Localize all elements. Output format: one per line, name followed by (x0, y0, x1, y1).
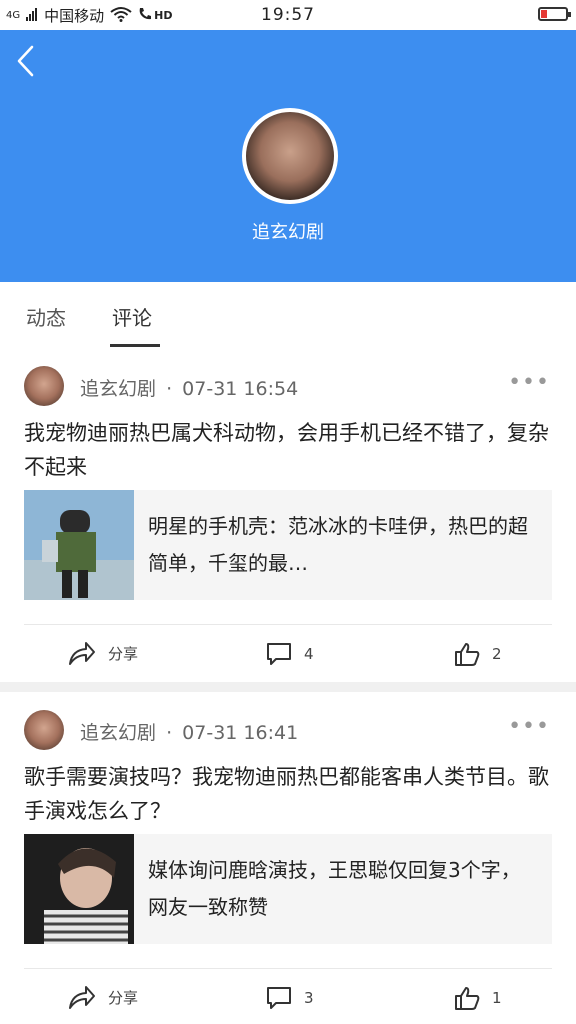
post-text: 歌手需要演技吗？我宠物迪丽热巴都能客串人类节目。歌手演戏怎么了？ (24, 765, 549, 823)
more-icon[interactable]: ••• (508, 370, 550, 395)
article-title: 明星的手机壳：范冰冰的卡哇伊，热巴的超简单，千玺的最… (148, 514, 528, 575)
tab-comments[interactable]: 评论 (112, 302, 152, 331)
post-author[interactable]: 追玄幻剧 (80, 722, 156, 744)
article-card[interactable]: 媒体询问鹿晗演技，王思聪仅回复3个字，网友一致称赞 (24, 834, 552, 944)
comment-icon (267, 643, 291, 665)
like-button[interactable]: 1 (454, 986, 502, 1010)
post-author[interactable]: 追玄幻剧 (80, 378, 156, 400)
meta-separator: · (166, 378, 173, 400)
comment-button[interactable]: 4 (266, 642, 314, 666)
avatar[interactable] (24, 710, 64, 750)
share-icon (69, 986, 95, 1009)
post-meta: 追玄幻剧 · 07-31 16:54 (80, 374, 298, 401)
profile-header: 追玄幻剧 (0, 30, 576, 282)
post-time: 07-31 16:54 (182, 378, 299, 400)
meta-separator: · (166, 722, 173, 744)
profile-avatar[interactable] (242, 108, 338, 204)
tab-dynamics[interactable]: 动态 (26, 302, 66, 331)
like-count: 1 (492, 989, 502, 1007)
article-thumbnail (24, 490, 134, 600)
share-label: 分享 (108, 644, 139, 663)
post-time: 07-31 16:41 (182, 722, 299, 744)
article-title: 媒体询问鹿晗演技，王思聪仅回复3个字，网友一致称赞 (148, 858, 521, 919)
back-button[interactable] (14, 44, 38, 78)
comment-button[interactable]: 3 (266, 986, 314, 1010)
comment-icon (267, 987, 291, 1009)
comment-post: 追玄幻剧 · 07-31 16:41 ••• 歌手需要演技吗？我宠物迪丽热巴都能… (0, 692, 576, 1024)
profile-name: 追玄幻剧 (252, 222, 324, 243)
divider (24, 968, 552, 969)
avatar[interactable] (24, 366, 64, 406)
tab-bar: 动态 评论 (0, 282, 576, 348)
share-icon (69, 642, 95, 665)
post-separator (0, 682, 576, 692)
chevron-left-icon (17, 45, 34, 77)
clock: 19:57 (261, 5, 315, 25)
divider (24, 624, 552, 625)
status-bar: 4G 中国移动 HD 19:57 (0, 0, 576, 30)
thumbs-up-icon (455, 643, 480, 666)
like-count: 2 (492, 645, 502, 663)
share-label: 分享 (108, 988, 139, 1007)
more-icon[interactable]: ••• (508, 714, 550, 739)
share-button[interactable]: 分享 (68, 984, 138, 1010)
battery-icon (538, 7, 571, 21)
comment-count: 4 (304, 645, 314, 663)
article-card[interactable]: 明星的手机壳：范冰冰的卡哇伊，热巴的超简单，千玺的最… (24, 490, 552, 600)
comment-count: 3 (304, 989, 314, 1007)
comment-post: 追玄幻剧 · 07-31 16:54 ••• 我宠物迪丽热巴属犬科动物，会用手机… (0, 348, 576, 682)
article-thumbnail (24, 834, 134, 944)
post-meta: 追玄幻剧 · 07-31 16:41 (80, 718, 298, 745)
active-tab-indicator (110, 344, 160, 347)
like-button[interactable]: 2 (454, 642, 502, 666)
post-text: 我宠物迪丽热巴属犬科动物，会用手机已经不错了，复杂不起来 (24, 421, 549, 479)
share-button[interactable]: 分享 (68, 640, 138, 666)
thumbs-up-icon (455, 987, 480, 1010)
